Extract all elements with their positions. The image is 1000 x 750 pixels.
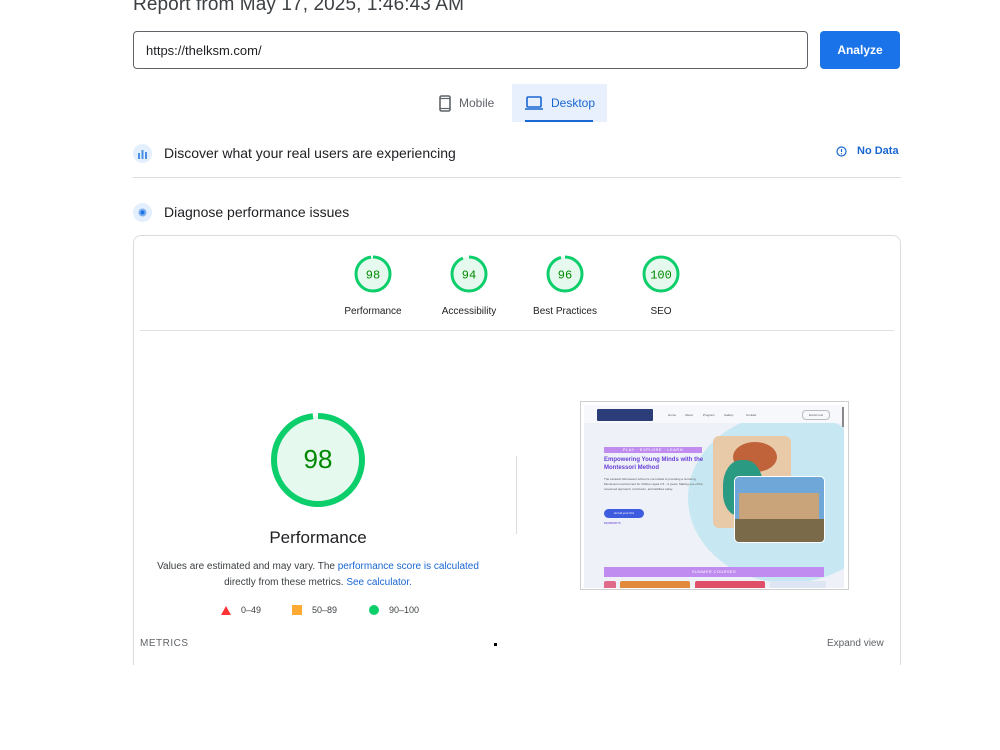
- performance-gauge-large: 98: [268, 410, 368, 515]
- note-text-1: Values are estimated and may vary. The: [157, 561, 335, 572]
- metrics-label: METRICS: [140, 638, 189, 649]
- no-data-label: No Data: [857, 145, 899, 157]
- expand-view-toggle[interactable]: Expand view: [827, 638, 884, 649]
- tab-selected-indicator: [525, 120, 593, 122]
- field-data-heading: Discover what your real users are experi…: [133, 141, 456, 165]
- laptop-icon: [525, 96, 543, 110]
- legend-fail-label: 0–49: [241, 605, 262, 615]
- thumbnail-section-banner: SUMMER COURSES: [604, 567, 824, 577]
- page-screenshot-thumbnail[interactable]: Home About Program Gallery Contact Enrol…: [580, 401, 849, 590]
- performance-note: Values are estimated and may vary. The p…: [148, 559, 488, 591]
- category-score: 100: [650, 269, 672, 283]
- thumbnail-tagline: PLAY · EXPLORE · LEARN: [604, 447, 702, 453]
- thumbnail-course-card: [604, 581, 616, 588]
- thumbnail-cta: Enroll your Kid: [604, 509, 644, 518]
- thumbnail-enroll-button: Enroll now: [802, 410, 830, 420]
- category-label: Best Practices: [533, 306, 597, 317]
- thumbnail-nav-item: Contact: [746, 413, 757, 417]
- category-gauge-accessibility[interactable]: 94 Accessibility: [429, 254, 509, 317]
- info-icon: [836, 145, 847, 157]
- note-text-2: directly from these metrics.: [224, 577, 344, 588]
- diagnose-heading: Diagnose performance issues: [133, 200, 349, 224]
- category-gauge-performance[interactable]: 98 Performance: [333, 254, 413, 317]
- legend-pass: 90–100: [369, 605, 419, 615]
- score-calculated-link[interactable]: performance score is calculated: [338, 561, 479, 572]
- legend-average-label: 50–89: [312, 605, 338, 615]
- circle-icon: [369, 605, 379, 615]
- score-ring: 98: [354, 255, 392, 293]
- phone-icon: [439, 94, 451, 112]
- thumbnail-nav-item: Program: [703, 413, 715, 417]
- square-icon: [292, 605, 302, 615]
- thumbnail-scrollbar: [842, 407, 844, 427]
- score-ring: 94: [450, 255, 488, 293]
- tab-mobile-label: Mobile: [459, 96, 495, 110]
- category-gauge-best-practices[interactable]: 96 Best Practices: [525, 254, 605, 317]
- thumbnail-headline: Empowering Young Minds with the Montesso…: [604, 457, 704, 471]
- vertical-divider: [516, 456, 517, 534]
- thumbnail-course-card: [770, 581, 826, 588]
- cursor-dot: [494, 643, 497, 646]
- category-score: 98: [366, 269, 380, 283]
- score-ring: 100: [642, 255, 680, 293]
- thumbnail-body: The Lankesh Montessori school is committ…: [604, 477, 703, 491]
- thumbnail-course-card: [695, 581, 765, 588]
- performance-title: Performance: [269, 528, 367, 547]
- see-calculator-link[interactable]: See calculator.: [346, 577, 412, 588]
- score-ring: 96: [546, 255, 584, 293]
- tab-desktop-label: Desktop: [551, 96, 596, 110]
- legend-pass-label: 90–100: [389, 605, 420, 615]
- thumbnail-nav-item: About: [685, 413, 693, 417]
- legend-average: 50–89: [292, 605, 337, 615]
- no-data-link[interactable]: No Data: [836, 145, 899, 157]
- thumbnail-photo-building: [734, 476, 825, 543]
- section-divider: [133, 177, 901, 178]
- category-score: 96: [558, 269, 572, 283]
- thumbnail-phone: 8208960076: [604, 521, 621, 525]
- lighthouse-icon: [133, 202, 152, 222]
- category-gauge-seo[interactable]: 100 SEO: [621, 254, 701, 317]
- thumbnail-page: Home About Program Gallery Contact Enrol…: [584, 405, 844, 588]
- performance-score-large: 98: [304, 444, 333, 474]
- diagnose-title: Diagnose performance issues: [164, 204, 350, 220]
- thumbnail-nav-item: Home: [668, 413, 677, 417]
- thumbnail-nav: Home About Program Gallery Contact Enrol…: [584, 405, 844, 423]
- triangle-icon: [221, 605, 231, 615]
- category-label: Accessibility: [441, 306, 497, 317]
- tab-mobile[interactable]: Mobile: [428, 84, 510, 122]
- analyze-button[interactable]: Analyze: [820, 31, 900, 69]
- thumbnail-logo: [597, 409, 653, 421]
- tab-desktop[interactable]: Desktop: [512, 84, 607, 122]
- crux-users-icon: [133, 143, 152, 163]
- legend-fail: 0–49: [221, 605, 261, 615]
- category-score: 94: [462, 269, 476, 283]
- report-title: Report from May 17, 2025, 1:46:43 AM: [133, 0, 464, 15]
- category-label: SEO: [650, 306, 672, 317]
- url-input[interactable]: [133, 31, 808, 69]
- field-data-title: Discover what your real users are experi…: [164, 145, 456, 161]
- card-divider: [140, 330, 894, 331]
- thumbnail-course-card: [620, 581, 690, 588]
- category-label: Performance: [344, 306, 402, 317]
- thumbnail-nav-item: Gallery: [724, 413, 734, 417]
